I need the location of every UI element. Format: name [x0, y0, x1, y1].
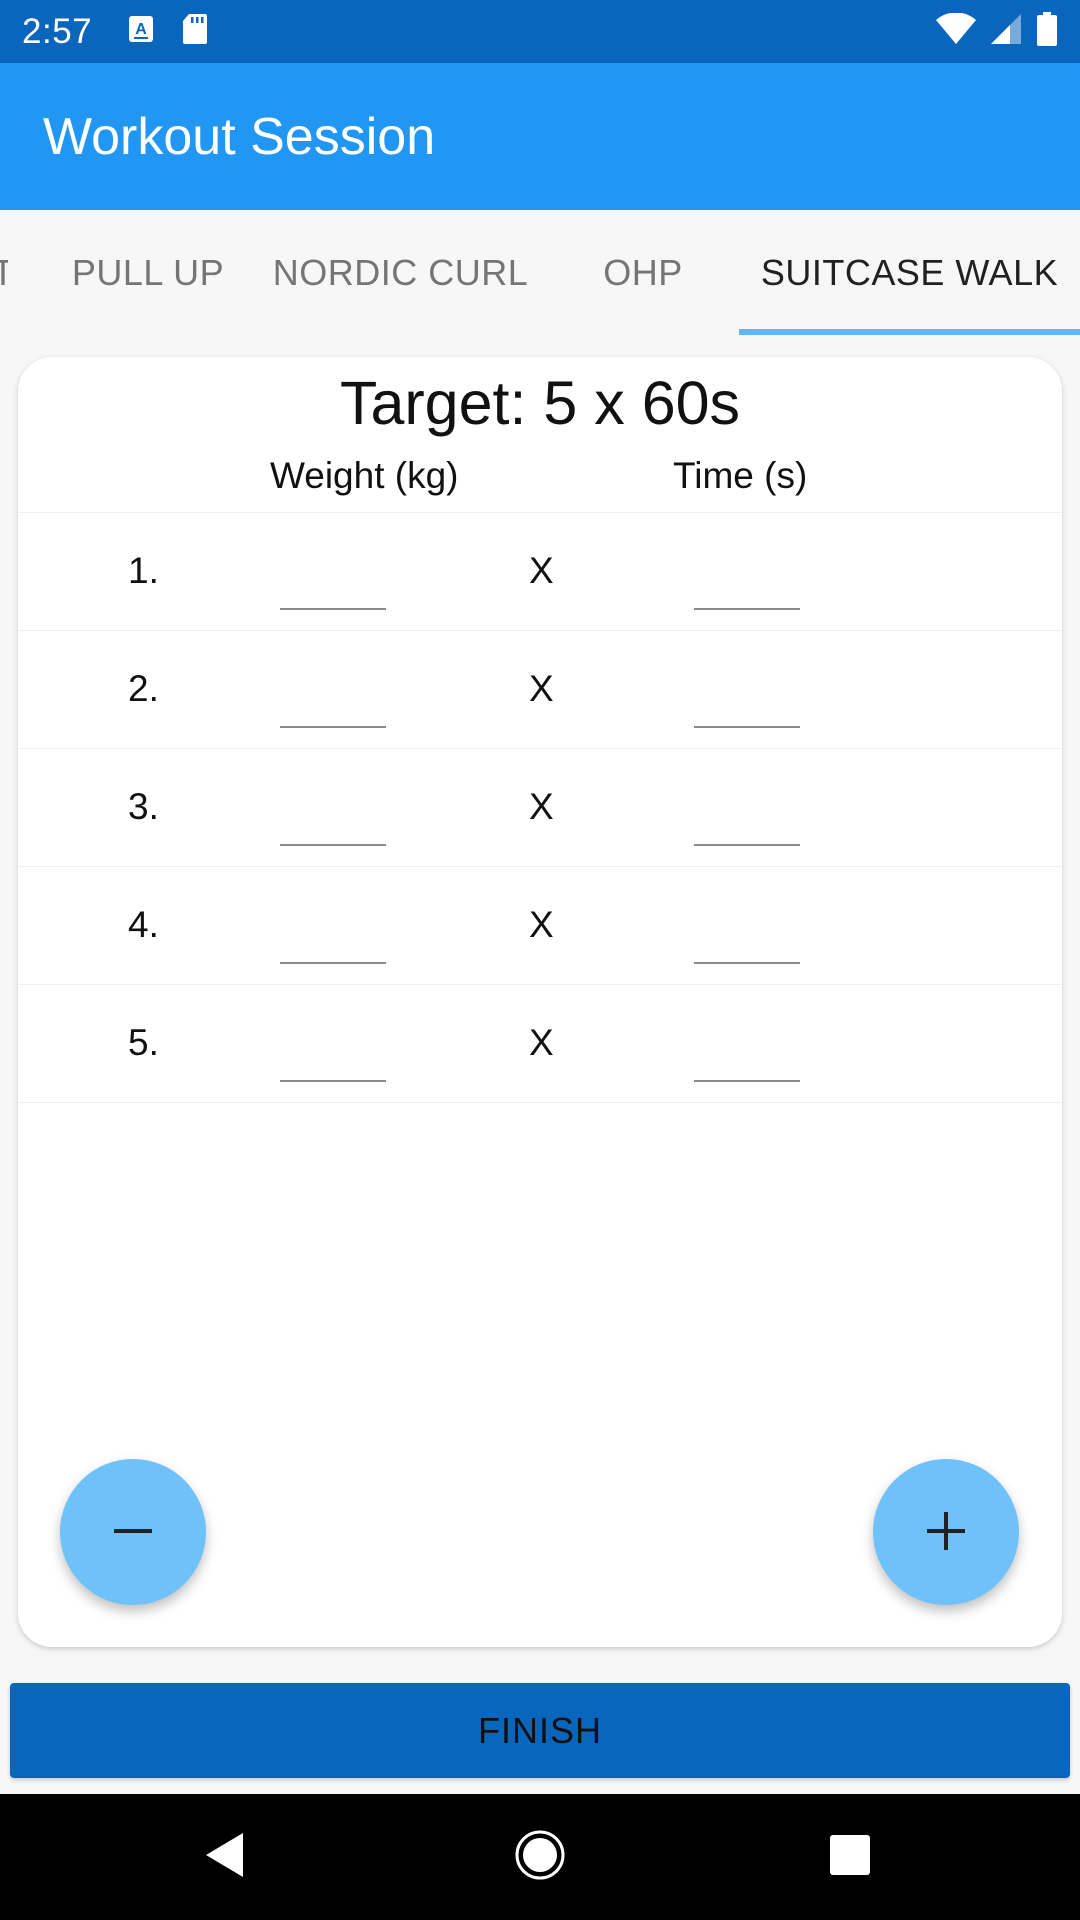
nav-recents-button[interactable]: [785, 1794, 915, 1920]
tab-previous-partial[interactable]: T: [0, 210, 8, 335]
set-number: 1.: [128, 550, 159, 591]
set-row: 1. X: [18, 512, 1062, 630]
target-label: Target: 5 x 60s: [339, 369, 741, 437]
back-triangle-icon: [203, 1831, 247, 1884]
battery-icon: [1036, 12, 1058, 51]
time-input[interactable]: [694, 1010, 800, 1082]
home-circle-icon: [514, 1829, 566, 1886]
remove-set-button[interactable]: [60, 1459, 206, 1605]
add-set-button[interactable]: [873, 1459, 1019, 1605]
nav-home-button[interactable]: [475, 1794, 605, 1920]
rows-divider: [18, 1102, 1062, 1103]
time-input[interactable]: [694, 774, 800, 846]
set-row: 5. X: [18, 984, 1062, 1102]
cell-signal-icon: [990, 13, 1022, 50]
set-number: 4.: [128, 904, 159, 945]
tab-nordic-curl[interactable]: NORDIC CURL: [268, 210, 533, 335]
status-bar: 2:57 A: [0, 0, 1080, 63]
a-notification-icon: A: [128, 15, 154, 48]
finish-button[interactable]: FINISH: [10, 1683, 1070, 1778]
time-input[interactable]: [694, 892, 800, 964]
weight-column-header: Weight (kg): [270, 455, 459, 496]
times-separator: X: [529, 1022, 554, 1063]
wifi-icon: [936, 12, 976, 50]
minus-icon: [113, 1511, 153, 1554]
tab-pull-up[interactable]: PULL UP: [48, 210, 248, 335]
nav-back-button[interactable]: [160, 1794, 290, 1920]
tab-indicator: [739, 329, 1080, 335]
weight-input[interactable]: [280, 538, 386, 610]
status-time: 2:57: [22, 11, 93, 51]
set-row: 3. X: [18, 748, 1062, 866]
set-number: 5.: [128, 1022, 159, 1063]
system-nav-bar: [0, 1794, 1080, 1920]
weight-input[interactable]: [280, 1010, 386, 1082]
weight-input[interactable]: [280, 892, 386, 964]
tab-ohp[interactable]: OHP: [553, 210, 733, 335]
times-separator: X: [529, 668, 554, 709]
plus-icon: [926, 1511, 966, 1554]
times-separator: X: [529, 904, 554, 945]
weight-input[interactable]: [280, 774, 386, 846]
set-number: 3.: [128, 786, 159, 827]
time-column-header: Time (s): [673, 455, 808, 496]
time-input[interactable]: [694, 656, 800, 728]
exercise-tabs: T PULL UP NORDIC CURL OHP SUITCASE WALK: [0, 210, 1080, 335]
times-separator: X: [529, 786, 554, 827]
tab-suitcase-walk[interactable]: SUITCASE WALK: [739, 210, 1080, 335]
times-separator: X: [529, 550, 554, 591]
app-bar: Workout Session: [0, 63, 1080, 210]
set-number: 2.: [128, 668, 159, 709]
svg-text:A: A: [135, 21, 147, 38]
page-title: Workout Session: [43, 107, 436, 166]
weight-input[interactable]: [280, 656, 386, 728]
sd-card-icon: [182, 13, 208, 50]
time-input[interactable]: [694, 538, 800, 610]
set-row: 4. X: [18, 866, 1062, 984]
recents-square-icon: [829, 1834, 871, 1881]
set-row: 2. X: [18, 630, 1062, 748]
workout-session-screen: 2:57 A Workout Session PULL UP NORDIC CU…: [0, 0, 1080, 1920]
